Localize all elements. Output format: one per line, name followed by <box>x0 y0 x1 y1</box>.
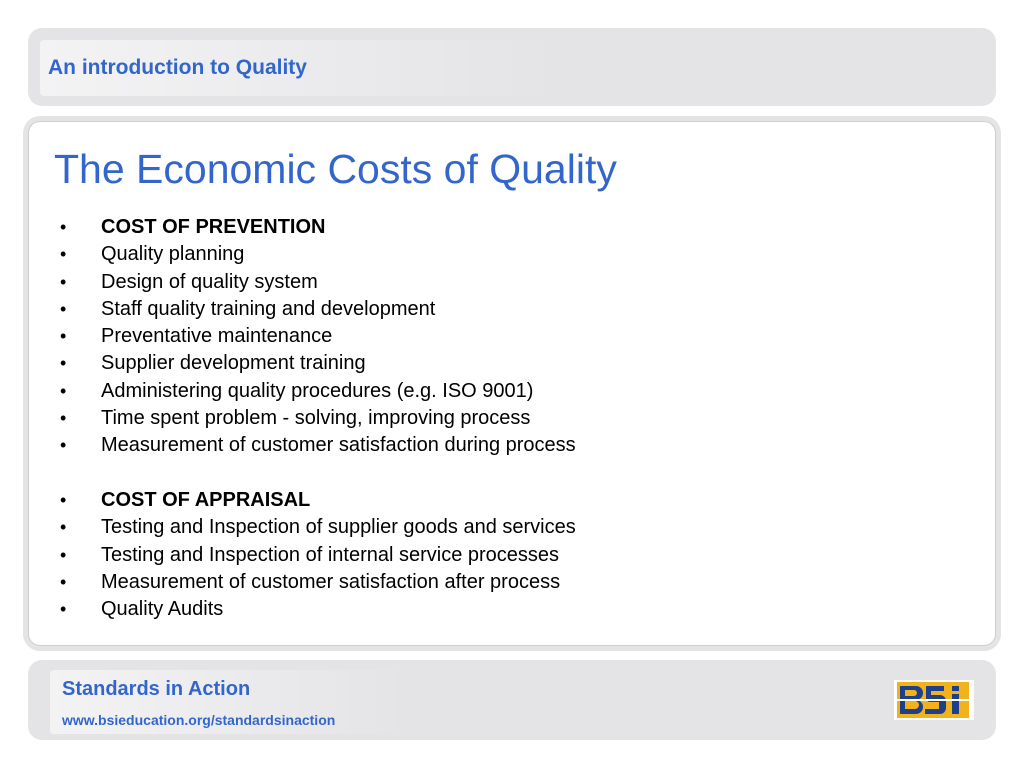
section-heading-prevention: COST OF PREVENTION <box>101 216 326 238</box>
footer-url-link[interactable]: www.bsieducation.org/standardsinaction <box>62 712 335 728</box>
list-item-text: Quality Audits <box>101 598 224 621</box>
list-item-text: Design of quality system <box>101 270 318 293</box>
list-item-text: Measurement of customer satisfaction aft… <box>101 570 561 593</box>
bullet-icon: • <box>60 217 67 237</box>
list-item-text: Time spent problem - solving, improving … <box>101 407 531 430</box>
bullet-icon: • <box>60 599 67 620</box>
bullet-icon: • <box>60 326 67 347</box>
list-item-text: Testing and Inspection of internal servi… <box>101 543 560 566</box>
list-item-text: Administering quality procedures (e.g. I… <box>101 379 534 402</box>
list-item-text: Supplier development training <box>101 352 366 375</box>
bullet-icon: • <box>60 517 67 538</box>
bullet-icon: • <box>60 408 67 429</box>
header-title: An introduction to Quality <box>48 56 307 79</box>
list-item-text: Staff quality training and development <box>101 297 436 320</box>
bullet-icon: • <box>60 435 67 456</box>
bullet-icon: • <box>60 544 67 565</box>
list-item-text: Measurement of customer satisfaction dur… <box>101 434 576 457</box>
slide: An introduction to Quality The Economic … <box>0 0 1024 768</box>
list-item-text: Quality planning <box>101 243 245 266</box>
footer-title: Standards in Action <box>62 678 251 700</box>
bullet-icon: • <box>60 271 67 292</box>
bsi-logo-icon <box>894 680 974 720</box>
bullet-icon: • <box>60 244 67 265</box>
list-item-text: Preventative maintenance <box>101 325 333 348</box>
slide-title: The Economic Costs of Quality <box>54 146 617 192</box>
bullet-icon: • <box>60 571 67 592</box>
list-item-text: Testing and Inspection of supplier goods… <box>101 516 576 539</box>
section-heading-appraisal: COST OF APPRAISAL <box>101 488 311 511</box>
bullet-icon: • <box>60 380 67 401</box>
bullet-icon: • <box>60 489 67 510</box>
bullet-icon: • <box>60 298 67 319</box>
bullet-icon: • <box>60 353 67 374</box>
